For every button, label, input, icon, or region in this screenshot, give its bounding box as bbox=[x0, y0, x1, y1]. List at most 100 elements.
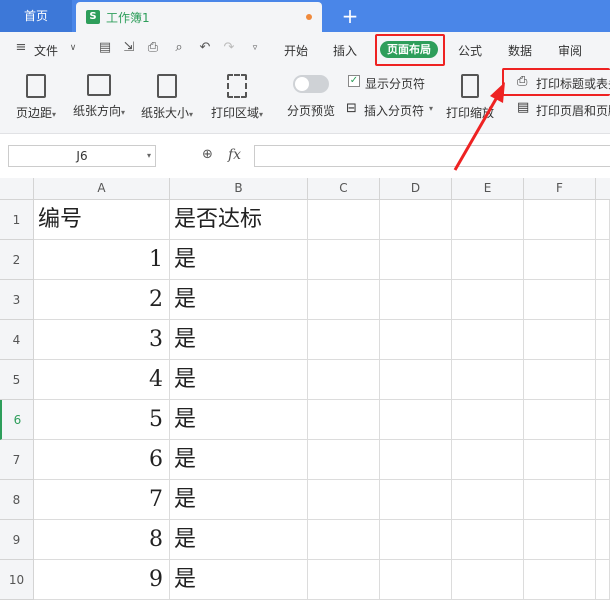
cell[interactable]: 是 bbox=[170, 320, 308, 360]
export-icon[interactable]: ⇲ bbox=[122, 41, 136, 55]
cell[interactable]: 是 bbox=[170, 560, 308, 600]
cell[interactable] bbox=[596, 560, 610, 600]
cell[interactable] bbox=[380, 480, 452, 520]
col-header-f[interactable]: F bbox=[524, 178, 596, 200]
cell[interactable]: 是否达标 bbox=[170, 200, 308, 240]
cell[interactable] bbox=[380, 320, 452, 360]
new-tab-button[interactable]: + bbox=[338, 3, 362, 29]
cell[interactable] bbox=[452, 240, 524, 280]
cell[interactable]: 2 bbox=[34, 280, 170, 320]
cell[interactable]: 6 bbox=[34, 440, 170, 480]
tab-document[interactable]: S 工作簿1 bbox=[76, 2, 322, 32]
row-header[interactable]: 5 bbox=[0, 360, 34, 400]
cell[interactable]: 是 bbox=[170, 440, 308, 480]
menu-file[interactable]: 文件 bbox=[34, 42, 58, 59]
cell[interactable]: 是 bbox=[170, 520, 308, 560]
col-header-e[interactable]: E bbox=[452, 178, 524, 200]
cell[interactable]: 1 bbox=[34, 240, 170, 280]
cell[interactable]: 8 bbox=[34, 520, 170, 560]
row-header[interactable]: 3 bbox=[0, 280, 34, 320]
cell[interactable] bbox=[596, 520, 610, 560]
menu-insert[interactable]: 插入 bbox=[333, 42, 357, 59]
cell[interactable] bbox=[596, 200, 610, 240]
menu-review[interactable]: 审阅 bbox=[558, 42, 582, 59]
cell[interactable] bbox=[452, 520, 524, 560]
print-scaling-button[interactable]: 打印缩放 bbox=[442, 74, 498, 121]
cell[interactable] bbox=[380, 440, 452, 480]
print-icon[interactable]: ⎙ bbox=[146, 41, 160, 55]
cell[interactable] bbox=[524, 560, 596, 600]
menu-data[interactable]: 数据 bbox=[508, 42, 532, 59]
cell[interactable] bbox=[524, 240, 596, 280]
cell[interactable] bbox=[524, 200, 596, 240]
cell[interactable] bbox=[308, 360, 380, 400]
cell[interactable]: 编号 bbox=[34, 200, 170, 240]
cell[interactable] bbox=[524, 360, 596, 400]
cell[interactable] bbox=[380, 560, 452, 600]
cell[interactable] bbox=[380, 240, 452, 280]
row-header[interactable]: 9 bbox=[0, 520, 34, 560]
cell[interactable] bbox=[596, 280, 610, 320]
row-header[interactable]: 7 bbox=[0, 440, 34, 480]
row-header[interactable]: 1 bbox=[0, 200, 34, 240]
row-header[interactable]: 2 bbox=[0, 240, 34, 280]
cell[interactable] bbox=[308, 200, 380, 240]
cell[interactable]: 4 bbox=[34, 360, 170, 400]
select-all-corner[interactable] bbox=[0, 178, 34, 200]
cell[interactable] bbox=[452, 360, 524, 400]
col-header-d[interactable]: D bbox=[380, 178, 452, 200]
cell[interactable] bbox=[380, 360, 452, 400]
row-header[interactable]: 10 bbox=[0, 560, 34, 600]
cell[interactable] bbox=[308, 520, 380, 560]
cell[interactable]: 是 bbox=[170, 480, 308, 520]
tab-home[interactable]: 首页 bbox=[0, 0, 72, 32]
cell[interactable] bbox=[452, 480, 524, 520]
col-header-g[interactable] bbox=[596, 178, 610, 200]
cell[interactable]: 7 bbox=[34, 480, 170, 520]
cell[interactable] bbox=[524, 480, 596, 520]
show-page-breaks-checkbox[interactable]: ✓ bbox=[348, 75, 360, 87]
menu-formulas[interactable]: 公式 bbox=[458, 42, 482, 59]
cell[interactable] bbox=[524, 320, 596, 360]
cell[interactable]: 是 bbox=[170, 400, 308, 440]
cell[interactable] bbox=[452, 320, 524, 360]
cell[interactable]: 3 bbox=[34, 320, 170, 360]
menu-home[interactable]: 开始 bbox=[284, 42, 308, 59]
cell[interactable]: 5 bbox=[34, 400, 170, 440]
page-break-preview-toggle[interactable] bbox=[293, 75, 329, 93]
orientation-button[interactable]: 纸张方向▾ bbox=[70, 74, 128, 119]
paper-size-button[interactable]: 纸张大小▾ bbox=[138, 74, 196, 121]
print-preview-icon[interactable]: ⌕ bbox=[172, 41, 186, 55]
cell[interactable] bbox=[380, 280, 452, 320]
row-header[interactable]: 4 bbox=[0, 320, 34, 360]
formula-input[interactable] bbox=[254, 145, 610, 167]
cell[interactable] bbox=[308, 560, 380, 600]
fx-icon[interactable]: fx bbox=[228, 147, 241, 163]
col-header-a[interactable]: A bbox=[34, 178, 170, 200]
cell[interactable]: 是 bbox=[170, 240, 308, 280]
name-box-dropdown-icon[interactable]: ▾ bbox=[147, 146, 151, 166]
zoom-icon[interactable]: ⊕ bbox=[202, 147, 213, 162]
cell[interactable] bbox=[596, 440, 610, 480]
cell[interactable]: 是 bbox=[170, 360, 308, 400]
print-header-footer-button[interactable]: 打印页眉和页脚 bbox=[536, 102, 610, 119]
cell[interactable] bbox=[308, 400, 380, 440]
cell[interactable] bbox=[524, 520, 596, 560]
cell[interactable] bbox=[380, 520, 452, 560]
cell[interactable]: 是 bbox=[170, 280, 308, 320]
print-area-button[interactable]: 打印区域▾ bbox=[208, 74, 266, 121]
cell[interactable] bbox=[308, 440, 380, 480]
cell[interactable] bbox=[596, 400, 610, 440]
insert-page-break-button[interactable]: 插入分页符 bbox=[364, 102, 424, 119]
cell[interactable] bbox=[596, 320, 610, 360]
cell[interactable] bbox=[452, 440, 524, 480]
cell[interactable] bbox=[308, 480, 380, 520]
undo-icon[interactable]: ↶ bbox=[198, 41, 212, 55]
cell[interactable] bbox=[308, 320, 380, 360]
cell[interactable] bbox=[596, 240, 610, 280]
margins-button[interactable]: 页边距▾ bbox=[12, 74, 60, 121]
hamburger-icon[interactable]: ≡ bbox=[14, 41, 28, 55]
cell[interactable] bbox=[596, 360, 610, 400]
cell[interactable] bbox=[308, 240, 380, 280]
cell[interactable] bbox=[452, 560, 524, 600]
